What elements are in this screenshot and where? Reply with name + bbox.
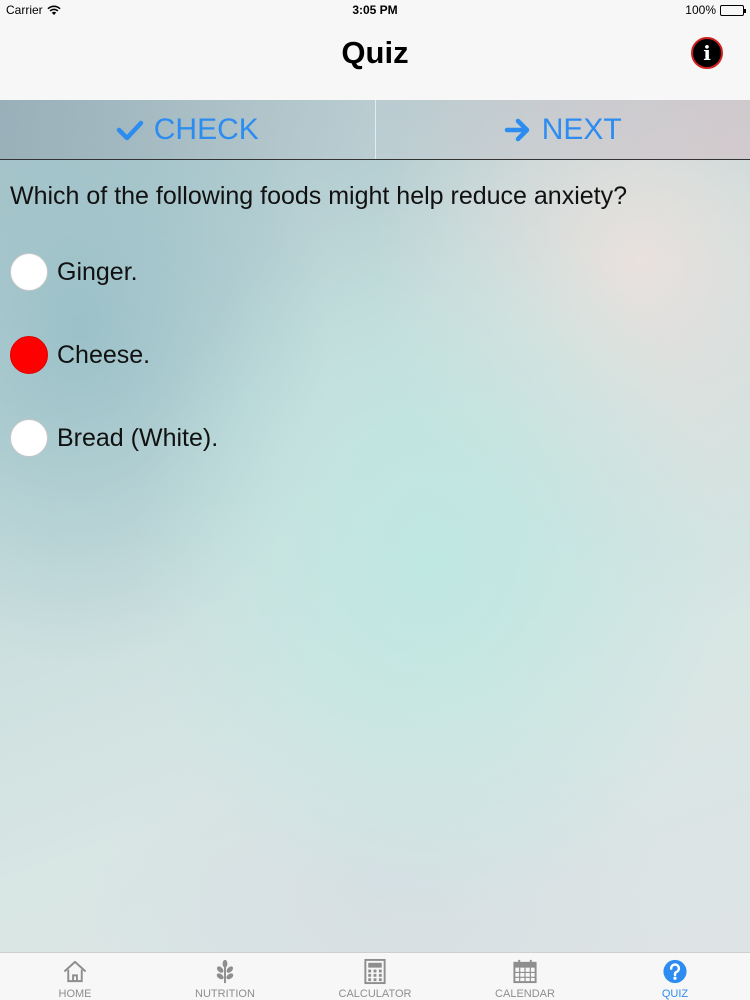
battery-percent: 100% bbox=[685, 3, 716, 17]
tab-label: HOME bbox=[58, 988, 92, 1000]
check-label: CHECK bbox=[153, 112, 259, 146]
check-button[interactable]: CHECK bbox=[0, 100, 375, 159]
tab-label: NUTRITION bbox=[195, 988, 255, 1000]
radio-button[interactable] bbox=[10, 419, 48, 457]
tab-label: CALENDAR bbox=[495, 988, 555, 1000]
next-button[interactable]: NEXT bbox=[376, 100, 750, 159]
answer-option-ginger[interactable]: Ginger. bbox=[10, 252, 138, 292]
tab-home[interactable]: HOME bbox=[0, 953, 150, 1000]
tab-bar: HOME NUTRITION CALCULATOR CALENDAR QUIZ bbox=[0, 952, 750, 1000]
tab-quiz[interactable]: QUIZ bbox=[600, 953, 750, 1000]
tab-label: QUIZ bbox=[661, 988, 689, 1000]
next-label: NEXT bbox=[541, 112, 622, 146]
option-label: Bread (White). bbox=[57, 423, 219, 452]
tab-calendar[interactable]: CALENDAR bbox=[450, 953, 600, 1000]
status-bar: Carrier 3:05 PM 100% bbox=[0, 0, 750, 20]
home-icon bbox=[63, 960, 87, 983]
tab-nutrition[interactable]: NUTRITION bbox=[150, 953, 300, 1000]
status-time: 3:05 PM bbox=[352, 3, 398, 17]
page-title: Quiz bbox=[341, 35, 409, 70]
checkmark-icon bbox=[116, 120, 143, 140]
question-icon bbox=[663, 959, 687, 984]
calculator-icon bbox=[364, 958, 386, 985]
quiz-question: Which of the following foods might help … bbox=[10, 182, 628, 210]
status-right: 100% bbox=[685, 3, 746, 17]
radio-button[interactable] bbox=[10, 336, 48, 374]
info-icon: i bbox=[703, 41, 711, 65]
leaf-icon bbox=[216, 959, 234, 984]
navigation-bar: Quiz i bbox=[0, 20, 750, 100]
tab-label: CALCULATOR bbox=[338, 988, 412, 1000]
info-button[interactable]: i bbox=[691, 37, 723, 69]
tab-calculator[interactable]: CALCULATOR bbox=[300, 953, 450, 1000]
answer-option-cheese[interactable]: Cheese. bbox=[10, 335, 150, 375]
arrow-right-icon bbox=[504, 118, 529, 141]
answer-option-bread[interactable]: Bread (White). bbox=[10, 418, 218, 458]
quiz-toolbar: CHECK NEXT bbox=[0, 100, 750, 160]
radio-button[interactable] bbox=[10, 253, 48, 291]
option-label: Cheese. bbox=[57, 340, 151, 369]
option-label: Ginger. bbox=[57, 257, 138, 286]
calendar-icon bbox=[513, 959, 537, 984]
battery-icon bbox=[720, 4, 746, 16]
